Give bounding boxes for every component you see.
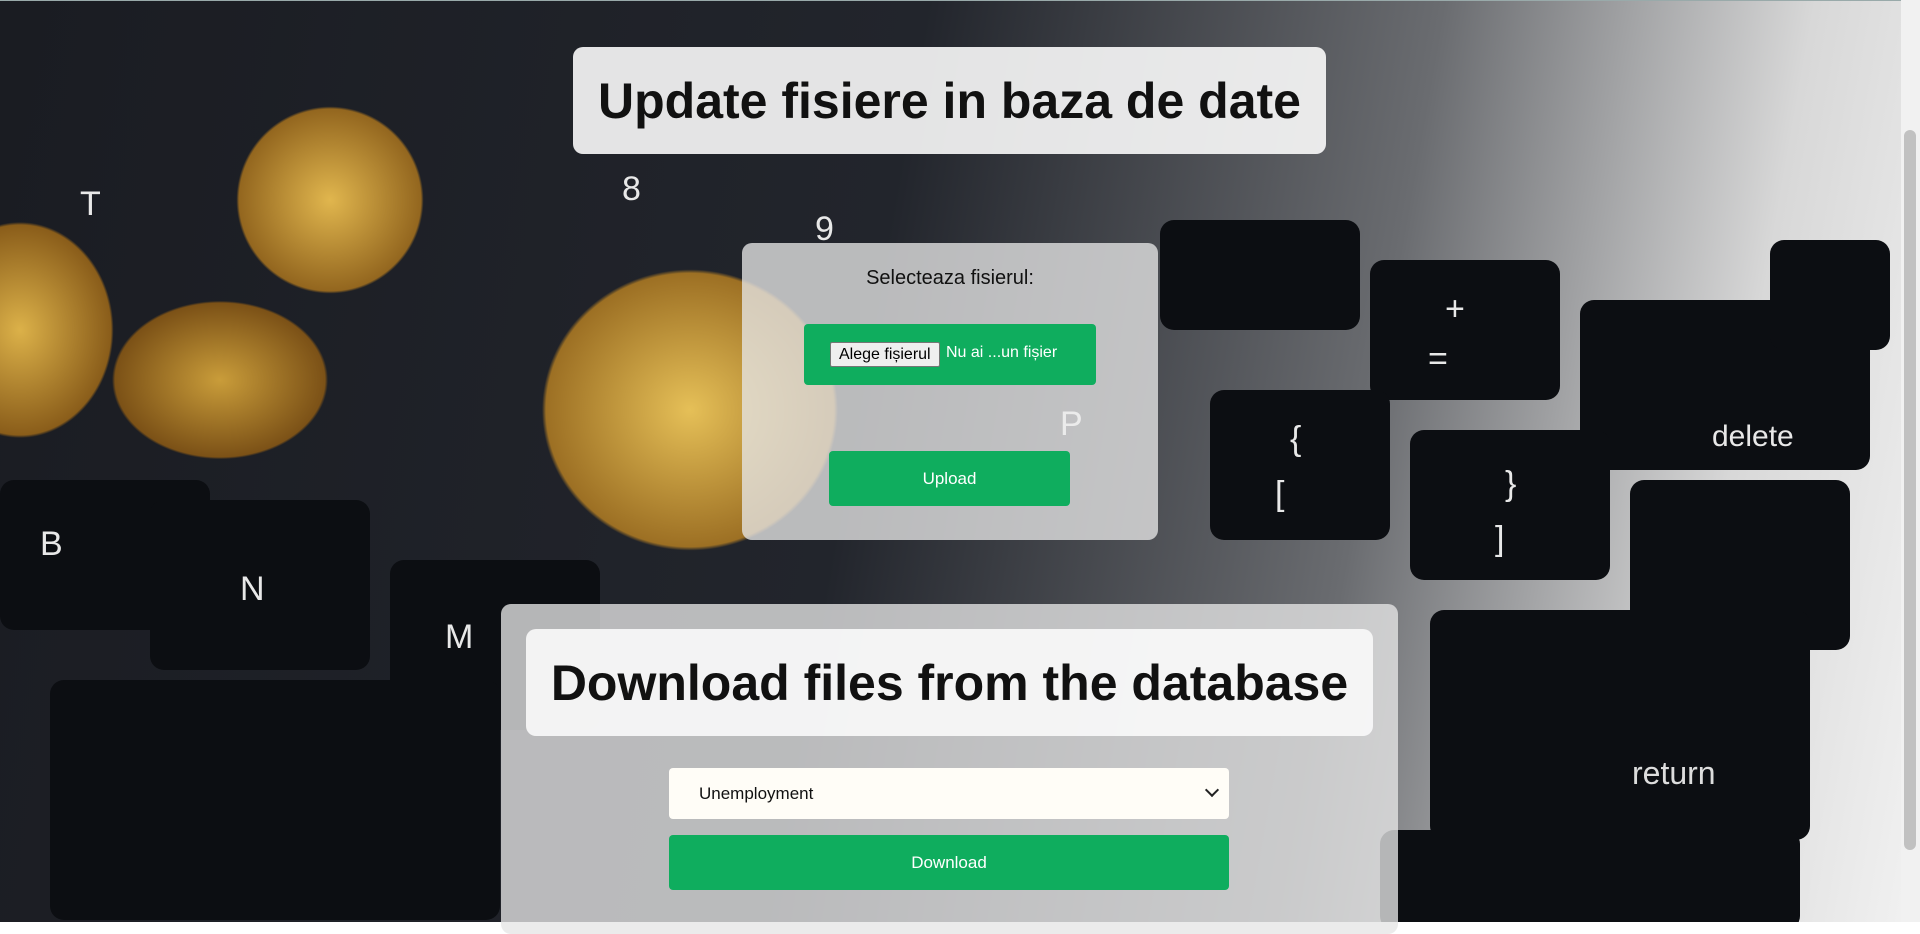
file-status-text: Nu ai ...un fișier bbox=[946, 344, 1058, 361]
download-panel: Download files from the database Unemplo… bbox=[501, 604, 1398, 934]
window-top-border bbox=[0, 0, 1901, 1]
key-label: { bbox=[1290, 420, 1302, 458]
background-key bbox=[1380, 830, 1800, 922]
key-label: [ bbox=[1275, 475, 1285, 513]
key-label: M bbox=[445, 618, 474, 656]
upload-title: Update fisiere in baza de date bbox=[573, 47, 1326, 154]
background-key bbox=[1770, 240, 1890, 350]
vertical-scrollbar[interactable] bbox=[1901, 0, 1920, 922]
key-label: T bbox=[80, 185, 101, 223]
upload-button[interactable]: Upload bbox=[829, 451, 1070, 506]
key-label: 8 bbox=[622, 170, 641, 208]
key-label: return bbox=[1632, 755, 1716, 791]
download-button[interactable]: Download bbox=[669, 835, 1229, 890]
background-key bbox=[50, 680, 500, 920]
background-key bbox=[1160, 220, 1360, 330]
key-label: ] bbox=[1495, 520, 1505, 558]
upload-panel: Selecteaza fisierul: Alege fișierul Nu a… bbox=[742, 243, 1158, 540]
select-file-label: Selecteaza fisierul: bbox=[866, 267, 1034, 289]
key-label: delete bbox=[1712, 420, 1794, 453]
key-label: } bbox=[1505, 465, 1517, 503]
scrollbar-thumb[interactable] bbox=[1904, 130, 1916, 850]
background-key bbox=[1430, 610, 1810, 840]
download-title: Download files from the database bbox=[526, 629, 1373, 736]
background-key bbox=[1410, 430, 1610, 580]
selected-option: Unemployment bbox=[699, 783, 814, 803]
file-select-dropdown[interactable]: Unemployment bbox=[669, 768, 1229, 819]
key-label: = bbox=[1428, 340, 1448, 378]
key-label: N bbox=[240, 570, 265, 608]
chevron-down-icon bbox=[1204, 782, 1220, 798]
key-label: + bbox=[1445, 290, 1465, 328]
background-key bbox=[1370, 260, 1560, 400]
key-label: B bbox=[40, 525, 63, 563]
choose-file-button[interactable]: Alege fișierul bbox=[830, 342, 940, 367]
file-input[interactable]: Alege fișierul Nu ai ...un fișier bbox=[804, 324, 1096, 385]
background-key bbox=[1210, 390, 1390, 540]
